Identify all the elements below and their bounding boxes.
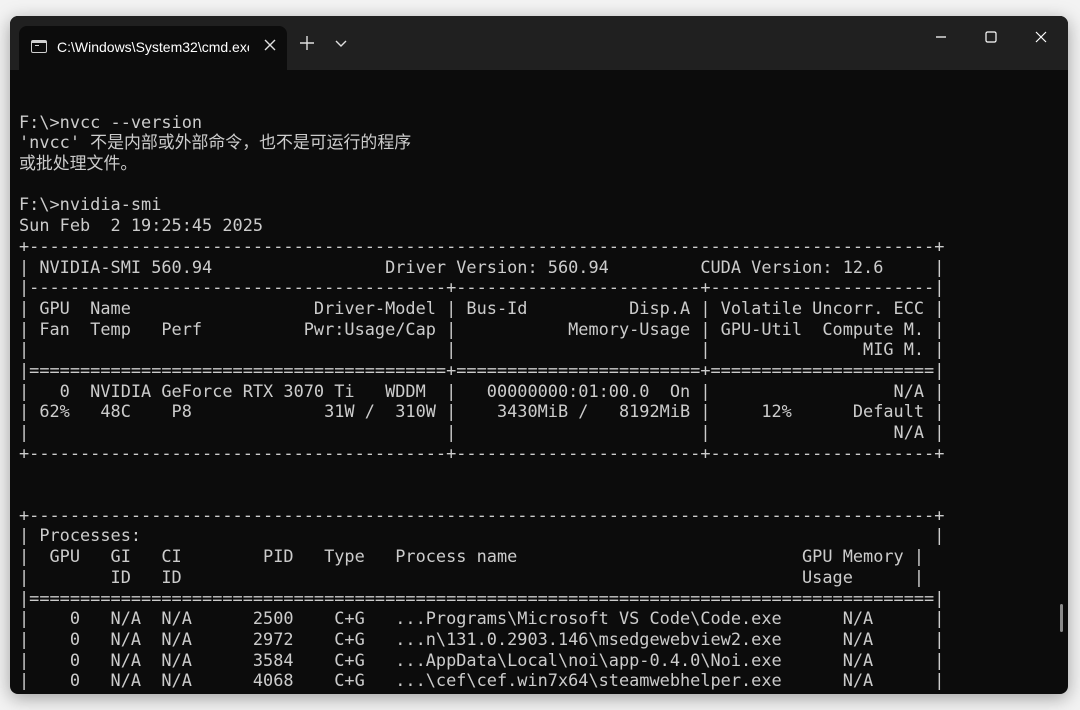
chevron-down-icon[interactable]: [330, 32, 352, 54]
terminal-line: | 62% 48C P8 31W / 310W | 3430MiB / 8192…: [19, 401, 945, 422]
terminal-line: | 0 N/A N/A 6360 C+G ...11.0_x64__8wekyb…: [19, 691, 944, 694]
scrollbar[interactable]: [1060, 604, 1063, 632]
minimize-icon[interactable]: [918, 22, 964, 52]
terminal-line: | NVIDIA-SMI 560.94 Driver Version: 560.…: [19, 256, 945, 277]
terminal-line: | GPU GI CI PID Type Process name GPU Me…: [19, 546, 925, 567]
terminal-line: |=======================================…: [19, 359, 945, 380]
terminal-line: | 0 N/A N/A 4068 C+G ...\cef\cef.win7x64…: [19, 670, 945, 691]
maximize-icon[interactable]: [968, 22, 1014, 52]
terminal-line: +---------------------------------------…: [19, 235, 945, 256]
terminal-line: | 0 NVIDIA GeForce RTX 3070 Ti WDDM | 00…: [19, 380, 945, 401]
close-tab-icon[interactable]: [259, 34, 281, 56]
terminal-line: F:\>nvcc --version: [19, 111, 203, 132]
terminal-line: | ID ID Usage |: [19, 566, 925, 587]
terminal-line: |=======================================…: [19, 587, 945, 608]
close-icon[interactable]: [1018, 22, 1064, 52]
terminal-line: | 0 N/A N/A 2500 C+G ...Programs\Microso…: [19, 608, 945, 629]
terminal-line: | Fan Temp Perf Pwr:Usage/Cap | Memory-U…: [19, 318, 945, 339]
terminal-line: | | | MIG M. |: [19, 339, 945, 360]
terminal-line: +---------------------------------------…: [19, 442, 945, 463]
terminal-window: C:\Windows\System32\cmd.exe F:\>nvcc --v…: [10, 16, 1068, 694]
tab-title: C:\Windows\System32\cmd.exe: [57, 39, 249, 55]
terminal-line: | 0 N/A N/A 3584 C+G ...AppData\Local\no…: [19, 649, 945, 670]
terminal-line: 或批处理文件。: [19, 153, 138, 174]
title-bar: C:\Windows\System32\cmd.exe: [10, 16, 1068, 70]
terminal-line: |---------------------------------------…: [19, 277, 945, 298]
plus-icon[interactable]: [296, 32, 318, 54]
terminal-line: | GPU Name Driver-Model | Bus-Id Disp.A …: [19, 297, 945, 318]
terminal-line: F:\>nvidia-smi: [19, 194, 162, 215]
terminal-line: Sun Feb 2 19:25:45 2025: [19, 215, 264, 236]
terminal-line: | 0 N/A N/A 2972 C+G ...n\131.0.2903.146…: [19, 628, 945, 649]
cmd-icon: [31, 40, 47, 53]
terminal-output[interactable]: F:\>nvcc --version'nvcc' 不是内部或外部命令，也不是可运…: [19, 91, 944, 694]
terminal-line: +---------------------------------------…: [19, 504, 945, 525]
terminal-line: | Processes: |: [19, 525, 945, 546]
tab-cmd[interactable]: C:\Windows\System32\cmd.exe: [19, 26, 287, 70]
terminal-line: | | | N/A |: [19, 422, 945, 442]
terminal-line: 'nvcc' 不是内部或外部命令，也不是可运行的程序: [19, 132, 412, 153]
